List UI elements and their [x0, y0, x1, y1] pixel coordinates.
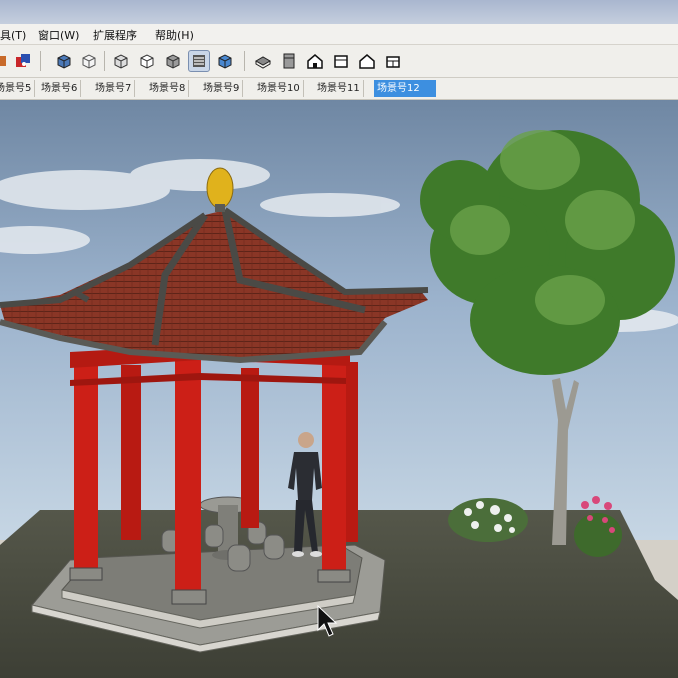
paint-bucket-icon[interactable] — [0, 50, 8, 72]
tab-scene-12[interactable]: 场景号12 — [374, 80, 436, 97]
top-view-icon[interactable] — [278, 50, 300, 72]
tab-scene-10[interactable]: 场景号10 — [254, 80, 304, 97]
tab-scene-6[interactable]: 场景号6 — [38, 80, 82, 97]
toolbar-separator — [244, 51, 245, 71]
cube-blue-icon[interactable] — [214, 50, 236, 72]
menu-bar: 具(T) 窗口(W) 扩展程序 帮助(H) — [0, 24, 678, 45]
toolbar-separator — [40, 51, 41, 71]
back-view-icon[interactable] — [356, 50, 378, 72]
tab-scene-9[interactable]: 场景号9 — [200, 80, 244, 97]
menu-help[interactable]: 帮助(H) — [155, 27, 194, 43]
component-icon[interactable] — [12, 50, 34, 72]
front-view-icon[interactable] — [304, 50, 326, 72]
white-flower-shrub — [448, 498, 528, 542]
roof-finial — [206, 167, 234, 209]
tab-scene-7[interactable]: 场景号7 — [92, 80, 136, 97]
menu-window[interactable]: 窗口(W) — [38, 27, 79, 43]
right-view-icon[interactable] — [330, 50, 352, 72]
cube-shaded-icon[interactable] — [136, 50, 158, 72]
cube-monochrome-icon[interactable] — [162, 50, 184, 72]
cube-textured-icon[interactable] — [110, 50, 132, 72]
window-title-bar — [0, 0, 678, 24]
menu-extensions[interactable]: 扩展程序 — [93, 27, 137, 43]
tab-scene-11[interactable]: 场景号11 — [314, 80, 364, 97]
cube-front-icon[interactable] — [53, 50, 75, 72]
tab-scene-5[interactable]: 场景号5 — [0, 80, 36, 97]
toolbar-separator — [104, 51, 105, 71]
xray-stack-icon[interactable] — [188, 50, 210, 72]
iso-view-icon[interactable] — [252, 50, 274, 72]
cube-outline-icon[interactable] — [78, 50, 100, 72]
tab-scene-8[interactable]: 场景号8 — [146, 80, 190, 97]
model-viewport[interactable] — [0, 100, 678, 678]
toolbar — [0, 45, 678, 78]
scene-tabs-bar: 场景号5 场景号6 场景号7 场景号8 场景号9 场景号10 场景号11 场景号… — [0, 78, 678, 100]
left-view-icon[interactable] — [382, 50, 404, 72]
menu-tools[interactable]: 具(T) — [0, 27, 26, 43]
